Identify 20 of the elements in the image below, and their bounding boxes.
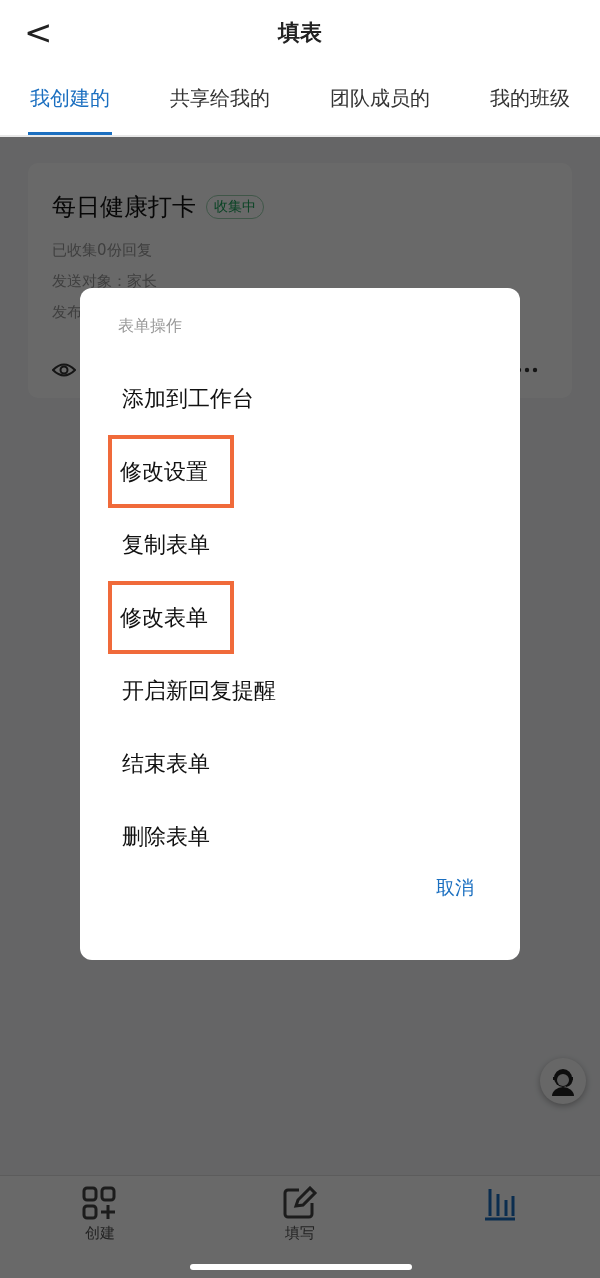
- tab[interactable]: 我的班级: [488, 65, 572, 135]
- dialog-title: 表单操作: [118, 316, 183, 337]
- menu-item[interactable]: 修改设置: [108, 435, 234, 508]
- menu-item[interactable]: 复制表单: [108, 508, 224, 581]
- tab[interactable]: 团队成员的: [328, 65, 432, 135]
- edit-icon: [282, 1186, 318, 1222]
- tab[interactable]: 我创建的: [28, 65, 112, 135]
- menu-item[interactable]: 结束表单: [108, 727, 224, 800]
- page-title: 填表: [278, 18, 322, 47]
- eye-icon: [52, 362, 76, 378]
- cancel-button[interactable]: 取消: [436, 875, 474, 901]
- menu-item[interactable]: 修改表单: [108, 581, 234, 654]
- form-title: 每日健康打卡: [52, 192, 196, 223]
- menu-item[interactable]: 开启新回复提醒: [108, 654, 290, 727]
- support-button[interactable]: [540, 1058, 586, 1104]
- grid-plus-icon: [82, 1186, 118, 1222]
- back-button[interactable]: <: [24, 12, 53, 52]
- tab[interactable]: 共享给我的: [168, 65, 272, 135]
- menu-item[interactable]: 删除表单: [108, 800, 224, 873]
- bar-chart-icon: [482, 1186, 518, 1222]
